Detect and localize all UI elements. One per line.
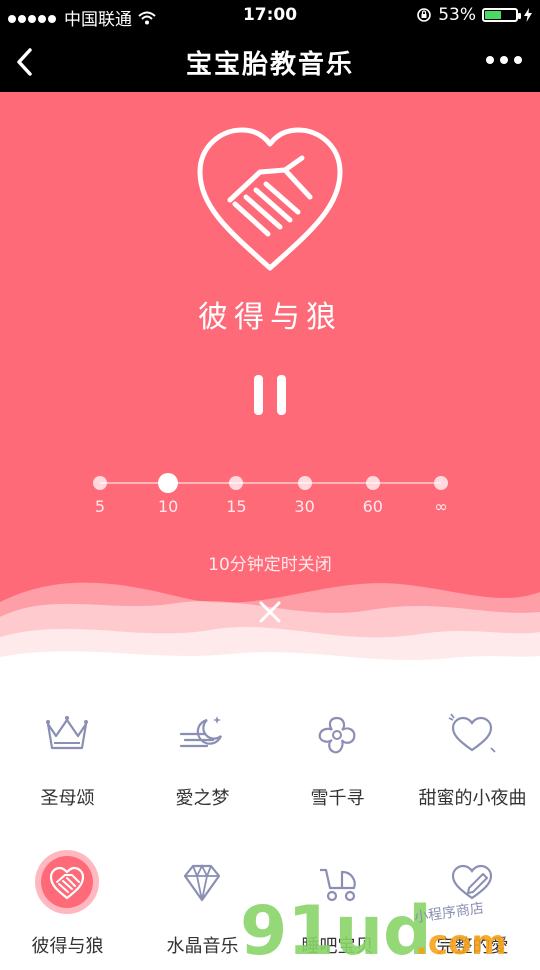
heart-icon — [448, 713, 496, 753]
more-dot — [514, 56, 522, 64]
pause-bar — [277, 375, 286, 415]
stroller-icon — [320, 868, 356, 902]
playlist-item-2[interactable]: 雪千寻 — [270, 692, 405, 822]
timer-option-dot[interactable] — [158, 473, 179, 493]
orientation-lock-icon — [417, 8, 432, 22]
more-dots-icon — [486, 56, 494, 64]
playlist-item-7[interactable]: 完整的愛 — [405, 840, 540, 970]
battery-percent: 53% — [438, 5, 476, 25]
status-right: 53% — [416, 5, 532, 25]
playlist-label: 睡吧宝贝 — [301, 936, 374, 957]
page-title: 宝宝胎教音乐 — [185, 50, 354, 80]
timer-option-label: ∞ — [434, 497, 448, 516]
timer-option-dot[interactable] — [365, 476, 380, 490]
more-button[interactable] — [486, 56, 522, 64]
playlist-label: 彼得与狼 — [31, 936, 104, 957]
heart-handshake-icon — [197, 127, 343, 271]
battery-icon — [482, 8, 521, 22]
charging-icon — [524, 8, 532, 22]
timer-option-label: 30 — [294, 497, 315, 516]
pause-icon — [254, 375, 263, 415]
timer-option-dot[interactable] — [229, 476, 244, 490]
timer-option-dot[interactable] — [434, 476, 448, 490]
battery-fill — [485, 11, 501, 19]
song-title: 彼得与狼 — [198, 300, 342, 335]
timer-option-label: 10 — [158, 497, 179, 516]
playlist-item-5[interactable]: 水晶音乐 — [135, 840, 270, 970]
timer-option-label: 60 — [362, 497, 383, 516]
player-panel: 彼得与狼 5 10 15 30 60 ∞ 10分钟定时关闭 — [0, 92, 540, 692]
crown-icon — [46, 716, 88, 750]
flower-icon — [318, 716, 356, 754]
heart-pencil-icon — [451, 864, 493, 900]
playlist-item-1[interactable]: 愛之梦 — [135, 692, 270, 822]
playlist-label: 圣母颂 — [40, 788, 95, 809]
playlist-item-4[interactable]: 彼得与狼 — [0, 840, 135, 970]
close-icon — [259, 601, 281, 623]
playlist-item-3[interactable]: 甜蜜的小夜曲 — [405, 692, 540, 822]
timer-option-label: 15 — [226, 497, 247, 516]
nav-bar: 宝宝胎教音乐 — [0, 32, 540, 92]
heart-handshake-icon — [35, 850, 99, 914]
playlist-label: 水晶音乐 — [166, 936, 239, 957]
more-dot — [500, 56, 508, 64]
playlist-grid: 圣母颂 愛之梦 雪千寻 甜蜜的小夜曲 彼得与狼 水晶音乐 睡吧宝贝 完整的愛 — [0, 692, 540, 960]
playlist-label: 甜蜜的小夜曲 — [418, 788, 527, 809]
playlist-item-0[interactable]: 圣母颂 — [0, 692, 135, 822]
pause-button[interactable] — [250, 375, 290, 419]
timer-option-dot[interactable] — [297, 476, 312, 490]
timer-slider-track[interactable] — [100, 482, 441, 484]
diamond-icon — [183, 863, 221, 902]
close-button[interactable] — [255, 597, 285, 627]
moon-cloud-icon — [179, 716, 223, 748]
playlist-item-6[interactable]: 睡吧宝贝 — [270, 840, 405, 970]
playlist-label: 完整的愛 — [436, 936, 509, 957]
timer-option-label: 5 — [94, 497, 106, 516]
playlist-label: 雪千寻 — [310, 788, 365, 809]
playlist-label: 愛之梦 — [175, 788, 230, 809]
timer-option-dot[interactable] — [93, 476, 107, 490]
status-bar: 中国联通 17:00 53% — [0, 0, 540, 32]
